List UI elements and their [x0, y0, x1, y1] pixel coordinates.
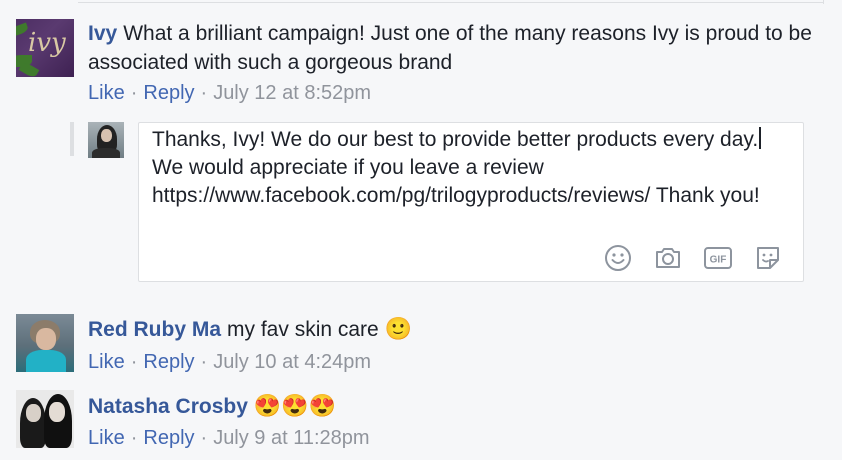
- composer-toolbar: GIF: [603, 243, 783, 273]
- comment-timestamp[interactable]: July 9 at 11:28pm: [213, 427, 369, 449]
- gif-icon-label: GIF: [710, 255, 727, 266]
- reply-text-after-caret: We would appreciate if you leave a revie…: [152, 156, 760, 207]
- separator-dot: ·: [200, 82, 208, 104]
- avatar-logo-text: ivy: [28, 28, 66, 58]
- heart-eyes-emoji-icon: 😍😍😍: [253, 393, 337, 418]
- separator-dot: ·: [130, 82, 138, 104]
- reply-link[interactable]: Reply: [143, 427, 194, 449]
- comment-author[interactable]: Ivy: [88, 22, 117, 45]
- gif-icon[interactable]: GIF: [703, 243, 733, 273]
- reply-composer[interactable]: Thanks, Ivy! We do our best to provide b…: [138, 122, 804, 282]
- reply-link[interactable]: Reply: [143, 82, 194, 104]
- comment-text: my fav skin care: [227, 318, 379, 341]
- avatar[interactable]: ivy: [16, 19, 74, 77]
- camera-icon[interactable]: [653, 243, 683, 273]
- reply-avatar: [88, 122, 124, 158]
- reply-thread-line: [70, 122, 74, 156]
- emoji-icon[interactable]: [603, 243, 633, 273]
- reply-input[interactable]: Thanks, Ivy! We do our best to provide b…: [152, 126, 791, 210]
- like-link[interactable]: Like: [88, 351, 125, 373]
- sticker-icon[interactable]: [753, 243, 783, 273]
- separator-dot: ·: [200, 351, 208, 373]
- text-caret: [759, 127, 762, 149]
- previous-comment-border: [0, 0, 842, 6]
- smile-emoji-icon: 🙂: [384, 316, 412, 341]
- avatar[interactable]: [16, 314, 74, 372]
- like-link[interactable]: Like: [88, 427, 125, 449]
- reply-link[interactable]: Reply: [143, 351, 194, 373]
- separator-dot: ·: [200, 427, 208, 449]
- reply-text-before-caret: Thanks, Ivy! We do our best to provide b…: [152, 128, 759, 151]
- comment-timestamp[interactable]: July 10 at 4:24pm: [213, 351, 371, 373]
- avatar[interactable]: [16, 390, 74, 448]
- comment-text: What a brilliant campaign! Just one of t…: [88, 22, 812, 74]
- separator-dot: ·: [130, 427, 138, 449]
- comment-author[interactable]: Red Ruby Ma: [88, 318, 221, 341]
- comment-timestamp[interactable]: July 12 at 8:52pm: [213, 82, 371, 104]
- comment-author[interactable]: Natasha Crosby: [88, 395, 248, 418]
- like-link[interactable]: Like: [88, 82, 125, 104]
- separator-dot: ·: [130, 351, 138, 373]
